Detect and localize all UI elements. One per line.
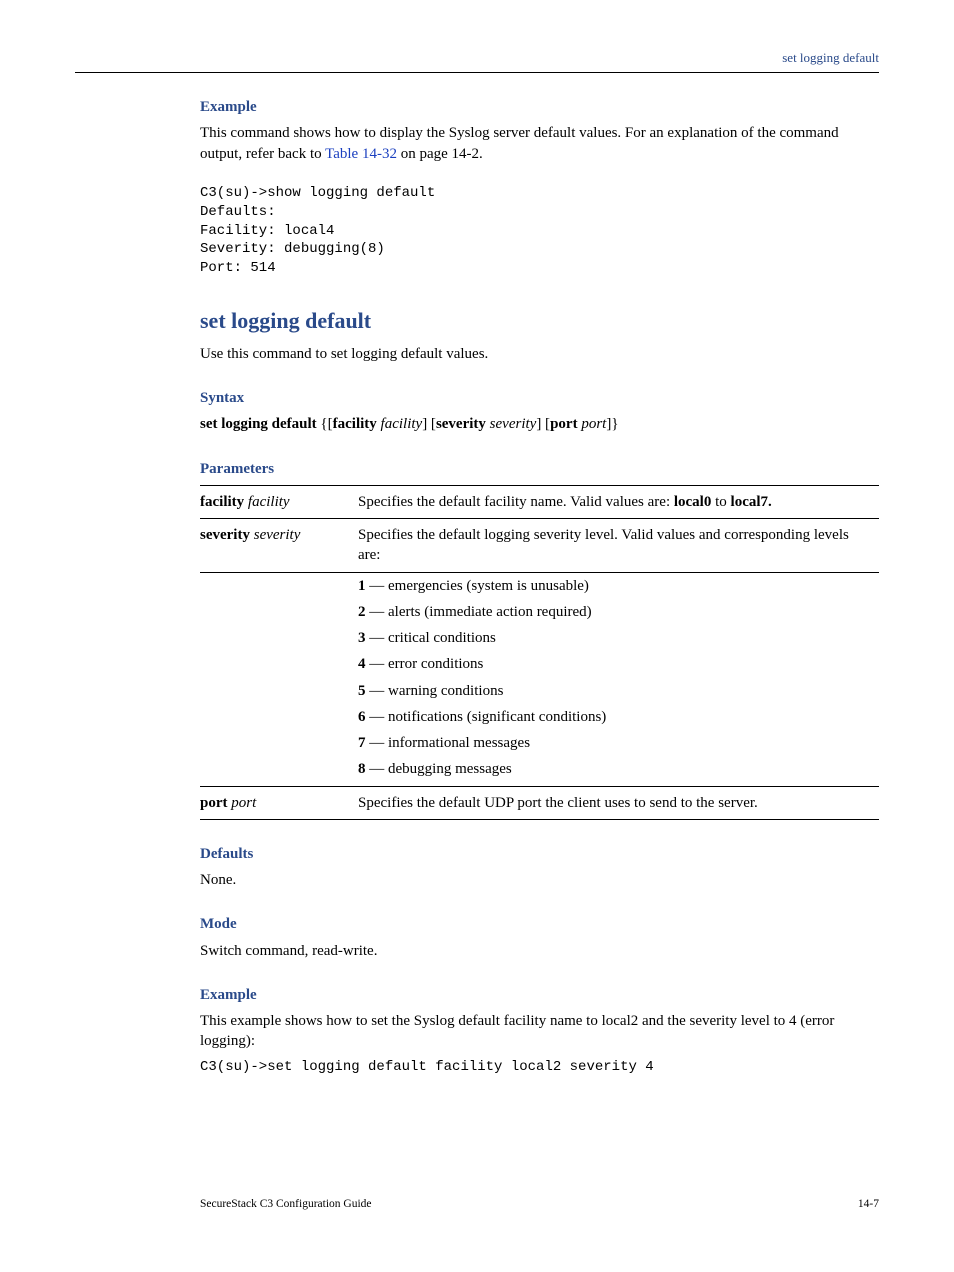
table-row: facility facility Specifies the default … bbox=[200, 485, 879, 518]
footer-right: 14-7 bbox=[858, 1197, 879, 1213]
sev-item: 4 — error conditions bbox=[358, 651, 879, 677]
sev-item: 7 — informational messages bbox=[358, 730, 879, 756]
intro-pre: This command shows how to display the Sy… bbox=[200, 125, 839, 161]
param-name: facility facility bbox=[200, 485, 358, 518]
header-rule bbox=[75, 72, 879, 73]
table-ref-link[interactable]: Table 14-32 bbox=[325, 146, 397, 162]
syntax-kw: set logging default bbox=[200, 416, 317, 432]
example-heading-top: Example bbox=[200, 97, 879, 117]
command-title: set logging default bbox=[200, 306, 879, 336]
parameters-heading: Parameters bbox=[200, 459, 879, 479]
intro-paragraph: This command shows how to display the Sy… bbox=[200, 123, 879, 164]
mode-heading: Mode bbox=[200, 914, 879, 934]
example-code-block: C3(su)->set logging default facility loc… bbox=[200, 1058, 879, 1077]
mode-text: Switch command, read-write. bbox=[200, 941, 879, 961]
sev-item: 8 — debugging messages bbox=[358, 756, 879, 786]
content: Example This command shows how to displa… bbox=[200, 97, 879, 1212]
table-row: 3 — critical conditions bbox=[200, 625, 879, 651]
intro-post: on page 14-2. bbox=[397, 146, 483, 162]
table-row: 5 — warning conditions bbox=[200, 678, 879, 704]
intro-code-block: C3(su)->show logging default Defaults: F… bbox=[200, 184, 879, 278]
sev-item: 2 — alerts (immediate action required) bbox=[358, 599, 879, 625]
syntax-heading: Syntax bbox=[200, 388, 879, 408]
header-right: set logging default bbox=[782, 50, 879, 66]
page-header: set logging default bbox=[75, 50, 879, 72]
example-text: This example shows how to set the Syslog… bbox=[200, 1011, 879, 1052]
sev-item: 5 — warning conditions bbox=[358, 678, 879, 704]
param-name: port port bbox=[200, 786, 358, 819]
param-name: severity severity bbox=[200, 519, 358, 573]
table-row: 8 — debugging messages bbox=[200, 756, 879, 786]
syntax-line: set logging default {[facility facility]… bbox=[200, 414, 879, 434]
table-row: 4 — error conditions bbox=[200, 651, 879, 677]
defaults-heading: Defaults bbox=[200, 844, 879, 864]
syntax-rest: {[facility facility] [severity severity]… bbox=[317, 416, 619, 432]
page-footer: SecureStack C3 Configuration Guide 14-7 bbox=[200, 1197, 879, 1213]
table-row: 6 — notifications (significant condition… bbox=[200, 704, 879, 730]
sev-item: 3 — critical conditions bbox=[358, 625, 879, 651]
table-row: 2 — alerts (immediate action required) bbox=[200, 599, 879, 625]
table-row: severity severity Specifies the default … bbox=[200, 519, 879, 573]
footer-left: SecureStack C3 Configuration Guide bbox=[200, 1197, 372, 1213]
defaults-text: None. bbox=[200, 870, 879, 890]
table-row: 7 — informational messages bbox=[200, 730, 879, 756]
param-desc: Specifies the default UDP port the clien… bbox=[358, 786, 879, 819]
param-desc: Specifies the default logging severity l… bbox=[358, 519, 879, 573]
param-desc: Specifies the default facility name. Val… bbox=[358, 485, 879, 518]
page: set logging default Example This command… bbox=[0, 0, 954, 1272]
example-heading: Example bbox=[200, 985, 879, 1005]
sev-item: 1 — emergencies (system is unusable) bbox=[358, 572, 879, 599]
parameters-table: facility facility Specifies the default … bbox=[200, 485, 879, 820]
sev-item: 6 — notifications (significant condition… bbox=[358, 704, 879, 730]
table-row: 1 — emergencies (system is unusable) bbox=[200, 572, 879, 599]
command-desc: Use this command to set logging default … bbox=[200, 344, 879, 364]
table-row: port port Specifies the default UDP port… bbox=[200, 786, 879, 819]
